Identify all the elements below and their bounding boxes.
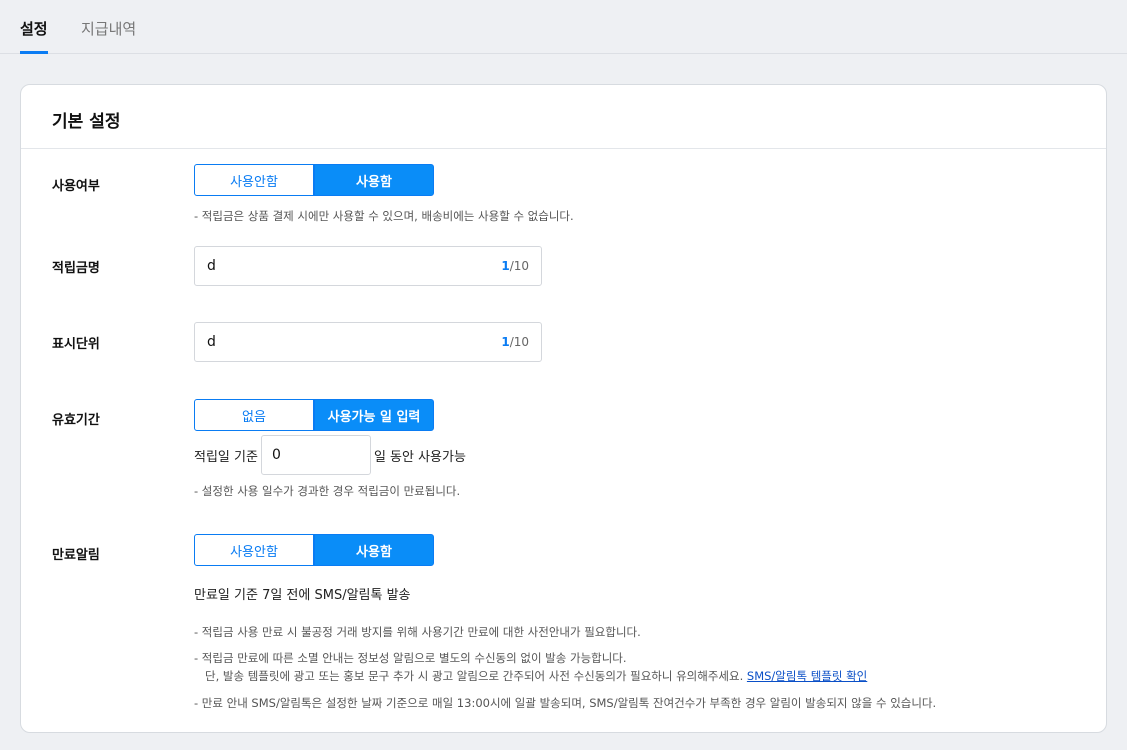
validity-none-button[interactable]: 없음 <box>194 399 314 431</box>
validity-days-input[interactable]: 0 <box>260 435 371 475</box>
unit-label: 표시단위 <box>52 337 100 352</box>
validity-note: - 설정한 사용 일수가 경과한 경우 적립금이 만료됩니다. <box>194 484 461 498</box>
unit-input-value: d <box>207 334 216 350</box>
usage-off-button[interactable]: 사용안함 <box>194 164 314 196</box>
validity-toggle: 없음 사용가능 일 입력 <box>194 399 434 431</box>
sms-template-link[interactable]: SMS/알림톡 템플릿 확인 <box>747 669 867 683</box>
tab-settings[interactable]: 설정 <box>20 18 48 54</box>
name-input-value: d <box>207 258 216 274</box>
name-char-counter: 1/10 <box>501 259 529 273</box>
usage-toggle: 사용안함 사용함 <box>194 164 434 196</box>
usage-label: 사용여부 <box>52 179 100 194</box>
expiry-note-1: - 적립금 사용 만료 시 불공정 거래 방지를 위해 사용기간 만료에 대한 … <box>194 625 641 639</box>
expiry-note-3: 단, 발송 템플릿에 광고 또는 홍보 문구 추가 시 광고 알림으로 간주되어… <box>205 669 868 683</box>
expiry-off-button[interactable]: 사용안함 <box>194 534 314 566</box>
basic-settings-card: 기본 설정 사용여부 사용안함 사용함 - 적립금은 상품 결제 시에만 사용할… <box>20 84 1107 733</box>
validity-suffix: 일 동안 사용가능 <box>373 449 466 465</box>
expiry-note-4: - 만료 안내 SMS/알림톡은 설정한 날짜 기준으로 매일 13:00시에 … <box>194 696 937 710</box>
validity-days-button[interactable]: 사용가능 일 입력 <box>314 399 434 431</box>
card-title: 기본 설정 <box>21 85 1106 149</box>
validity-label: 유효기간 <box>52 413 100 428</box>
validity-days-row: 적립일 기준 0 일 동안 사용가능 <box>194 435 466 475</box>
name-label: 적립금명 <box>52 261 100 276</box>
unit-char-counter: 1/10 <box>501 335 529 349</box>
validity-prefix: 적립일 기준 <box>194 449 258 465</box>
usage-note: - 적립금은 상품 결제 시에만 사용할 수 있으며, 배송비에는 사용할 수 … <box>194 209 574 223</box>
expiry-note-2: - 적립금 만료에 따른 소멸 안내는 정보성 알림으로 별도의 수신동의 없이… <box>194 651 627 665</box>
usage-on-button[interactable]: 사용함 <box>314 164 434 196</box>
unit-input[interactable]: d 1/10 <box>194 322 542 362</box>
expiry-label: 만료알림 <box>52 548 100 563</box>
expiry-info: 만료일 기준 7일 전에 SMS/알림톡 발송 <box>194 588 411 603</box>
expiry-on-button[interactable]: 사용함 <box>314 534 434 566</box>
tab-bar: 설정 지급내역 <box>0 0 1127 54</box>
name-input[interactable]: d 1/10 <box>194 246 542 286</box>
tab-payment-history[interactable]: 지급내역 <box>81 18 136 39</box>
expiry-toggle: 사용안함 사용함 <box>194 534 434 566</box>
